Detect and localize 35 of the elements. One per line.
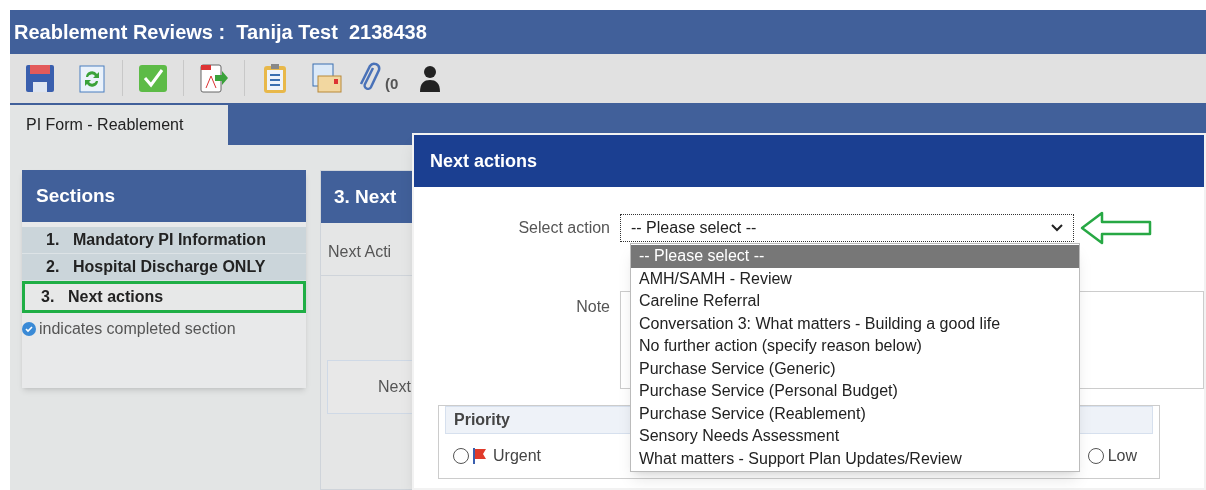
fieldset-title: Priority — [454, 410, 510, 430]
flag-icon — [471, 447, 489, 465]
section-item[interactable]: 3. Next actions — [22, 281, 306, 313]
section-item[interactable]: 2. Hospital Discharge ONLY — [22, 254, 306, 281]
window-title: Reablement Reviews : Tanija Test 2138438 — [14, 19, 427, 45]
pdf-export-icon[interactable] — [197, 61, 231, 96]
dropdown-option[interactable]: No further action (specify reason below) — [631, 335, 1079, 358]
form-tab[interactable]: PI Form - Reablement — [10, 105, 228, 145]
dropdown-option[interactable]: Sensory Needs Assessment — [631, 425, 1079, 448]
field-label: Note — [575, 297, 611, 317]
dropdown-option[interactable]: Careline Referral — [631, 290, 1079, 313]
radio-label: Low — [1107, 446, 1137, 466]
legend-text: indicates completed section — [39, 319, 236, 339]
dropdown-option[interactable]: What matters - Support Plan Updates/Review — [631, 447, 1079, 470]
dropdown-option[interactable]: Conversation 3: What matters - Building a good life — [631, 312, 1079, 335]
radio-button[interactable] — [453, 448, 469, 464]
dropdown-option[interactable]: Purchase Service (Generic) — [631, 357, 1079, 380]
check-circle-icon — [22, 322, 36, 336]
next-button[interactable]: Next — [378, 375, 411, 399]
panel-title: 3. Next — [334, 184, 397, 209]
dropdown-option[interactable]: Purchase Service (Personal Budget) — [631, 380, 1079, 403]
dialog-title: Next actions — [430, 149, 538, 173]
dropdown-option[interactable]: AMH/SAMH - Review — [631, 267, 1079, 290]
dropdown-option[interactable]: Purchase Service (Reablement) — [631, 402, 1079, 425]
panel-title: Sections — [36, 183, 116, 208]
column-header: Next Acti — [328, 241, 392, 262]
attachment-count: (0 — [385, 73, 399, 94]
radio-button[interactable] — [1087, 448, 1104, 464]
dropdown-option[interactable]: -- Please select -- — [631, 245, 1079, 268]
chevron-down-icon — [1051, 224, 1063, 232]
section-item[interactable]: 1. Mandatory PI Information — [22, 227, 306, 254]
field-label: Select action — [517, 218, 611, 238]
radio-label: Urgent — [493, 446, 542, 466]
select-field[interactable]: -- Please select -- — [620, 214, 1074, 242]
arrow-annotation-icon — [1080, 211, 1152, 245]
